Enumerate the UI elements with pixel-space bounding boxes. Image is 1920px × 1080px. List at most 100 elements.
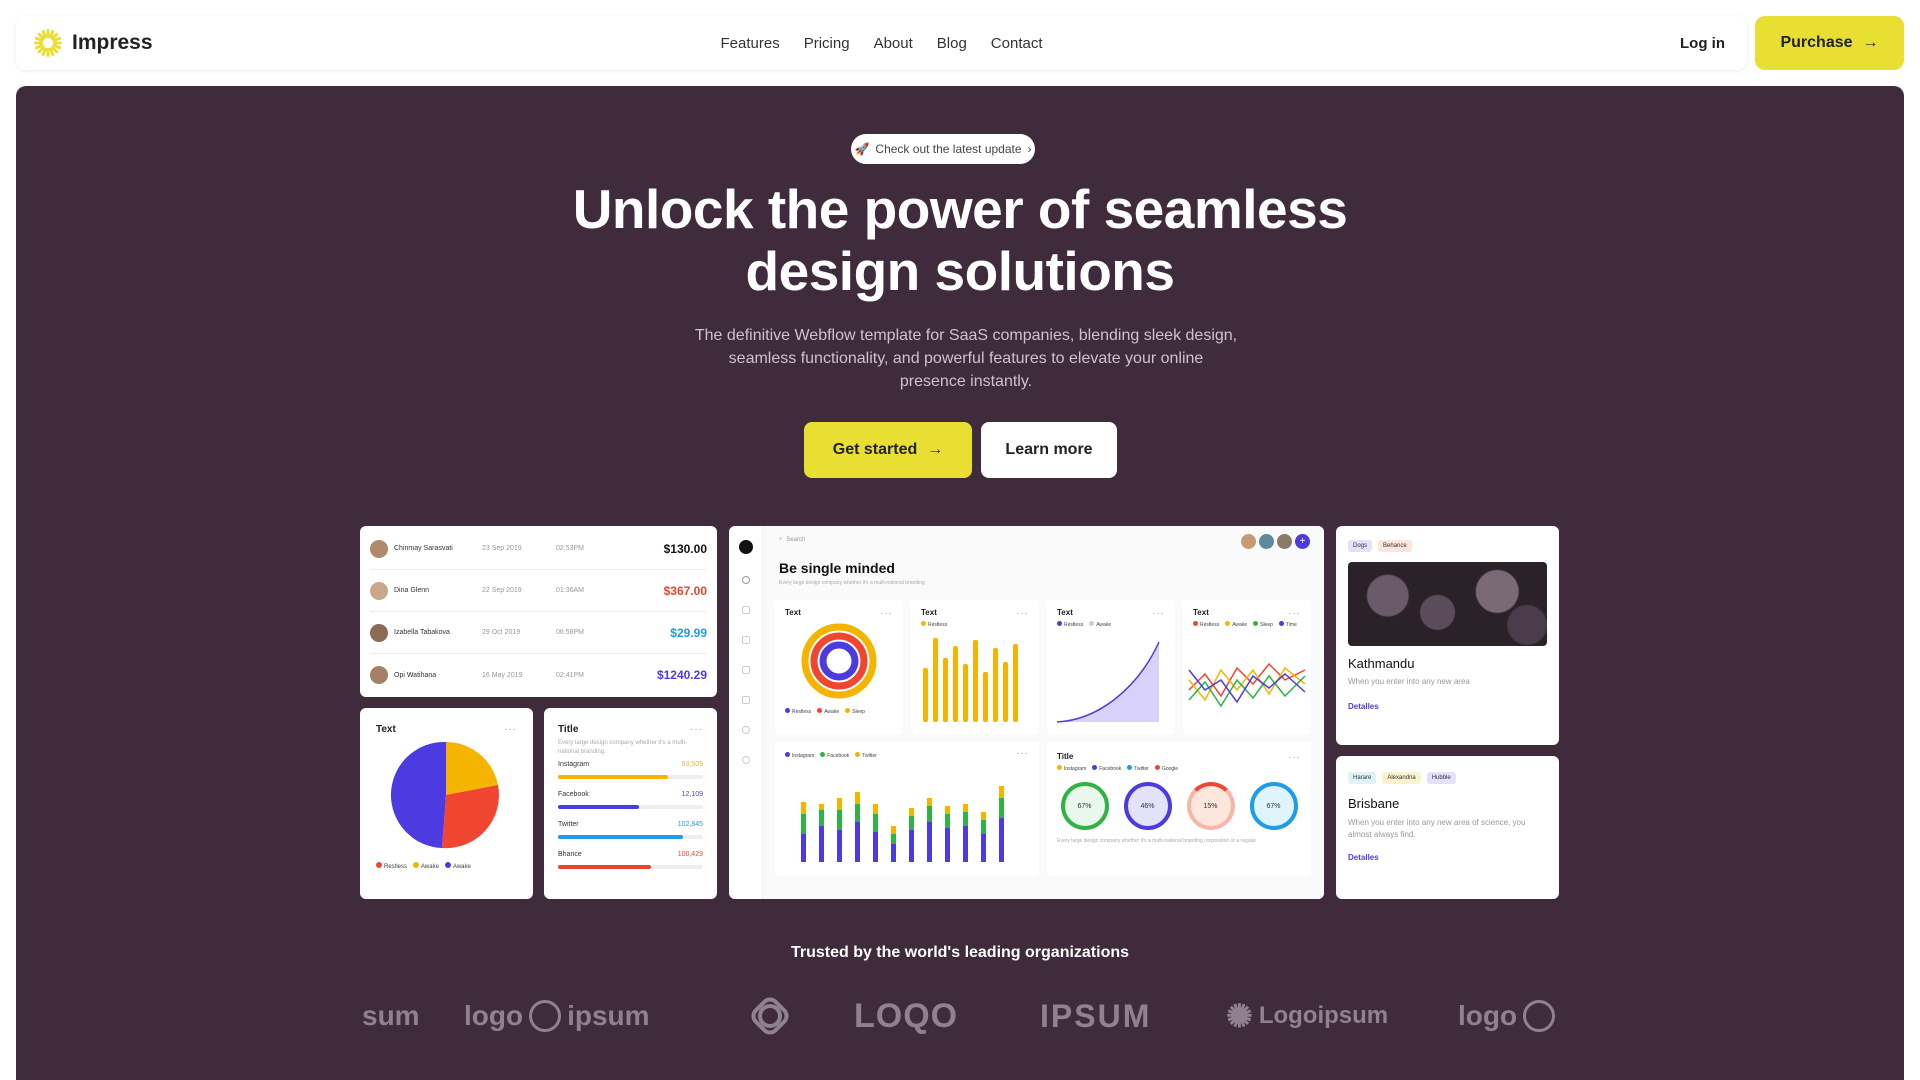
partner-logo: ✺ Logoipsum (1226, 998, 1389, 1034)
dashboard-sidebar (729, 526, 763, 899)
yellow-bars (923, 638, 1018, 722)
avatar (370, 539, 388, 558)
tx-date: 29 Oct 2019 (482, 629, 521, 636)
more-icon[interactable]: ··· (1152, 608, 1165, 619)
avatar[interactable] (1241, 534, 1256, 549)
card-title: Text (785, 608, 801, 617)
nav-icon[interactable] (741, 666, 750, 674)
avatar (370, 623, 388, 642)
avatar[interactable] (1277, 534, 1292, 549)
tx-name: Izabella Tabakova (394, 629, 450, 636)
user-icon[interactable] (741, 576, 750, 584)
tag[interactable]: Harare (1348, 772, 1377, 784)
hero-subtitle: The definitive Webflow template for SaaS… (694, 327, 1238, 390)
dashboard-desc: Every large design company whether it's … (779, 580, 925, 586)
more-icon[interactable]: ··· (1288, 608, 1301, 619)
progress-circle: 67% (1060, 782, 1109, 830)
avatar[interactable] (1259, 534, 1274, 549)
nav-link-about[interactable]: About (874, 35, 913, 52)
more-icon[interactable]: ··· (880, 608, 893, 619)
nav-link-blog[interactable]: Blog (937, 35, 967, 52)
stacked-bars (801, 786, 1004, 862)
social-card-desc: Every large design company whether it's … (558, 740, 687, 755)
progress-label: Instagram (558, 761, 590, 768)
dashboard-card: ⌕ Search + Be single minded Every large … (729, 526, 1324, 899)
more-icon[interactable]: ··· (690, 724, 703, 735)
tag[interactable]: Dogs (1348, 540, 1373, 552)
pie-chart-card: Text ··· Restless Awake Awake (360, 708, 533, 899)
update-pill-label: Check out the latest update (875, 142, 1022, 156)
social-card-title: Title (558, 724, 579, 735)
hero-title: Unlock the power of seamless design solu… (16, 178, 1904, 302)
more-icon[interactable]: ··· (1288, 752, 1301, 763)
hero-title-line1: Unlock the power of seamless (572, 178, 1348, 240)
tx-date: 23 Sep 2019 (482, 545, 522, 552)
arrow-right-icon: → (927, 441, 944, 458)
get-started-button[interactable]: Get started → (804, 422, 972, 478)
place-card-kathmandu: Dogs Behance Kathmandu When you enter in… (1336, 526, 1559, 745)
progress-bar (558, 835, 683, 839)
search-icon: ⌕ (779, 536, 783, 542)
progress-label: Bhance (558, 851, 582, 858)
line-chart-card: Text ··· Restless Awake Sleep Time (1183, 600, 1311, 734)
nav-link-pricing[interactable]: Pricing (804, 35, 850, 52)
progress-label: Twitter (558, 821, 579, 828)
pie-slice-purple (390, 741, 446, 848)
tx-name: Dina Glenn (394, 587, 430, 594)
product-mockups: Chinmay Sarasvati 23 Sep 2019 02:53PM $1… (360, 526, 1576, 906)
more-icon[interactable]: ··· (1016, 748, 1029, 759)
nav-icon[interactable] (741, 606, 750, 614)
progress-row: Twitter 102,845 (558, 821, 703, 851)
progress-value: 93,509 (681, 761, 703, 768)
tx-amount: $1240.29 (656, 668, 707, 682)
succulent-image (1348, 562, 1547, 646)
more-icon[interactable]: ··· (1016, 608, 1029, 619)
brand[interactable]: Impress (32, 27, 153, 59)
table-row: Dina Glenn 22 Sep 2019 01:36AM $367.00 (370, 570, 707, 612)
dashboard-heading: Be single minded (779, 560, 895, 576)
nav-link-features[interactable]: Features (721, 35, 780, 52)
pie-chart (390, 741, 499, 849)
add-icon[interactable]: + (1295, 534, 1310, 549)
pie-card-title: Text (376, 724, 396, 735)
line-legend: Restless Awake Sleep Time (1183, 619, 1311, 630)
partner-logo: sum (362, 1000, 420, 1031)
update-pill[interactable]: 🚀 Check out the latest update › (851, 134, 1035, 164)
dashboard-search[interactable]: Search (786, 537, 805, 543)
place-title: Kathmandu (1348, 656, 1415, 671)
knot-logo-icon (751, 997, 789, 1035)
globe-icon (1523, 1000, 1556, 1032)
nav-icon[interactable] (741, 726, 750, 734)
grouped-bar-legend: Instagram Facebook Twitter (775, 742, 1039, 759)
progress-bar (558, 775, 669, 779)
more-icon[interactable]: ··· (504, 724, 517, 735)
progress-circles-card: Title ··· Instagram Facebook Twitter Goog… (1047, 742, 1311, 876)
nav-icon[interactable] (741, 696, 750, 704)
place-desc: When you enter into any new area (1348, 677, 1470, 686)
nav-icon[interactable] (741, 756, 750, 764)
login-link[interactable]: Log in (1680, 35, 1725, 52)
tag[interactable]: Hubble (1426, 772, 1456, 784)
details-link[interactable]: Detalles (1348, 702, 1547, 711)
partner-logo: logo (1458, 1000, 1556, 1032)
nav-icon[interactable] (741, 636, 750, 644)
pie-slice-red (442, 785, 499, 849)
table-row: Opi Watihana 16 May 2019 02:41PM $1240.2… (370, 654, 707, 696)
place-title: Brisbane (1348, 796, 1400, 811)
nav-links: Features Pricing About Blog Contact (721, 35, 1043, 52)
tx-amount: $130.00 (663, 541, 707, 556)
learn-more-button[interactable]: Learn more (981, 422, 1117, 478)
purchase-button[interactable]: Purchase → (1755, 16, 1904, 70)
app-logo-icon[interactable] (738, 540, 753, 554)
tag[interactable]: Alexandria (1382, 772, 1421, 784)
tx-amount: $29.99 (670, 625, 707, 640)
tag[interactable]: Behance (1378, 540, 1412, 552)
avatar (370, 581, 388, 600)
social-stats-card: Title ··· Every large design company whe… (544, 708, 717, 899)
transactions-card: Chinmay Sarasvati 23 Sep 2019 02:53PM $1… (360, 526, 717, 697)
logo-strip: sum logo ipsum LOQO IPSUM ✺ Logoipsum lo… (362, 986, 1574, 1046)
tag-list: Dogs Behance (1348, 540, 1547, 552)
progress-circle: 15% (1186, 782, 1235, 830)
nav-link-contact[interactable]: Contact (991, 35, 1043, 52)
details-link[interactable]: Detalles (1348, 853, 1547, 862)
